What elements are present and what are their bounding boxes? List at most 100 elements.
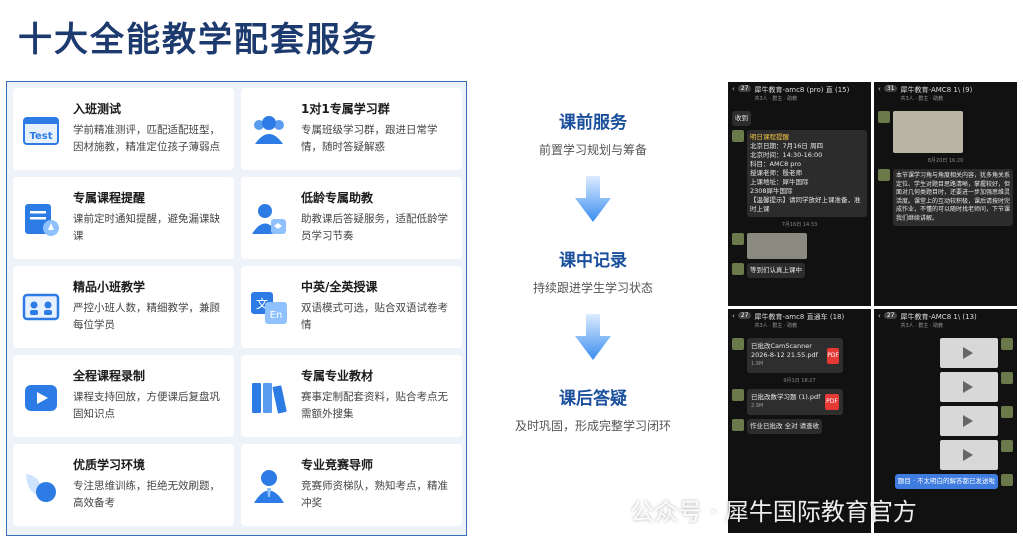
chat-subtitle: 共3人 · 群主 · 助教: [754, 323, 798, 329]
back-arrow-icon[interactable]: ‹: [732, 312, 735, 320]
service-title: 专属课程提醒: [73, 191, 146, 205]
chat-message: 收到: [732, 111, 751, 126]
wechat-icon: [601, 504, 625, 522]
svg-text:Test: Test: [29, 131, 52, 142]
flow-step-title: 课后答疑: [559, 389, 627, 409]
reminder-icon: [25, 204, 59, 236]
arrow-down-icon: [575, 314, 611, 360]
flow-step-desc: 及时巩固，形成完整学习闭环: [514, 419, 671, 433]
chat-screenshots: ‹ 27 犀牛教育-amc8 (pro) 直 (15) 共3人 · 群主 · 助…: [728, 82, 1017, 534]
flow-step-title: 课中记录: [559, 251, 627, 271]
chat-header: ‹ 31 犀牛教育-AMC8 1\ (9) 共3人 · 群主 · 助教: [874, 82, 1017, 108]
chat-subtitle: 共3人 · 群主 · 助教: [900, 323, 944, 329]
notice-line: 授课老师：殷老师: [750, 169, 802, 177]
service-card-assistant: 低龄专属助教 助教课后答疑服务，适配低龄学员学习节奏: [241, 177, 462, 259]
test-icon: Test: [23, 117, 59, 145]
arrow-down-icon: [575, 176, 611, 222]
notice-line: 北京时间：14:30-16:00: [750, 151, 823, 159]
avatar: [732, 419, 744, 431]
chat-message: 作业已批改 全对 请查收: [747, 419, 823, 434]
avatar: [732, 263, 744, 275]
flow-step-pre-class: 课前服务 前置学习规划与筹备: [488, 108, 698, 158]
assistant-icon: [252, 204, 286, 234]
notice-line: 科目：AMC8 pro: [750, 160, 801, 168]
service-card-study-group: 1对1专属学习群 专属班级学习群，跟进日常学情，随时答疑解惑: [241, 88, 462, 170]
unread-badge: 31: [883, 85, 898, 92]
watermark-text: 公众号 · 犀牛国际教育官方: [630, 498, 917, 526]
avatar: [732, 130, 744, 142]
chat-message-question: 题目 · 不太明白的解答都已发送啦: [894, 474, 998, 489]
service-card-environment: 优质学习环境 专注思维训练，拒绝无效刷题，高效备考: [13, 444, 234, 526]
avatar: [732, 233, 744, 245]
file-name: 已批改CamScanner 2026-8-12 21.55.pdf: [751, 342, 818, 359]
video-message[interactable]: [940, 338, 998, 368]
unread-badge: 27: [737, 312, 752, 319]
translate-icon: 文 En: [251, 292, 287, 324]
classroom-photo[interactable]: [893, 111, 963, 153]
service-desc: 竞赛师资梯队，熟知考点，精准冲奖: [301, 480, 448, 509]
avatar: [1001, 474, 1013, 486]
file-attachment[interactable]: 已批改数学习题 (1).pdf 2.9M PDF: [747, 389, 843, 415]
avatar: [732, 389, 744, 401]
avatar: [878, 111, 890, 123]
service-card-small-class: 精品小班教学 严控小班人数，精细教学，兼顾每位学员: [13, 266, 234, 348]
service-desc: 学前精准测评，匹配适配班型，因材施教，精准定位孩子薄弱点: [73, 124, 220, 153]
service-desc: 赛事定制配套资料，贴合考点无需额外搜集: [301, 391, 448, 420]
flow-step-title: 课前服务: [559, 113, 627, 133]
service-desc: 双语模式可选，贴合双语试卷考情: [301, 302, 448, 331]
chat-title: 犀牛教育-AMC8 1\ (13): [900, 313, 977, 321]
watermark: 公众号 · 犀牛国际教育官方: [600, 492, 917, 527]
back-arrow-icon[interactable]: ‹: [878, 85, 881, 93]
notice-line: 北京日期：7月16日 周四: [750, 142, 823, 150]
classroom-icon: [22, 293, 60, 321]
video-icon: [25, 385, 57, 411]
books-icon: [252, 383, 287, 414]
service-desc: 助教课后答疑服务，适配低龄学员学习节奏: [301, 213, 448, 242]
service-title: 全程课程录制: [73, 369, 146, 383]
flow-step-in-class: 课中记录 持续跟进学生学习状态: [488, 246, 698, 296]
avatar: [1001, 372, 1013, 384]
chat-header: ‹ 27 犀牛教育-amc8 直通车 (18) 共3人 · 群主 · 助教: [728, 309, 871, 335]
services-panel: Test 入班测试 学前精准测评，匹配适配班型，因材施教，精准定位孩子薄弱点 1…: [6, 81, 467, 536]
service-title: 中英/全英授课: [301, 280, 378, 294]
service-card-course-reminder: 专属课程提醒 课前定时通知提醒，避免漏课缺课: [13, 177, 234, 259]
service-desc: 专属班级学习群，跟进日常学情，随时答疑解惑: [301, 124, 438, 153]
flow-step-desc: 持续跟进学生学习状态: [532, 281, 653, 295]
chat-message-notice: 明日课程提醒 北京日期：7月16日 周四 北京时间：14:30-16:00 科目…: [747, 130, 867, 217]
service-title: 1对1专属学习群: [301, 102, 390, 116]
avatar: [732, 338, 744, 350]
video-message[interactable]: [940, 406, 998, 436]
timestamp: 7月16日 14:33: [781, 222, 818, 228]
avatar: [1001, 338, 1013, 350]
pdf-icon: PDF: [825, 394, 839, 410]
chat-message: 等到们认真上课中: [747, 263, 805, 278]
service-card-mentor: 专业竞赛导师 竞赛师资梯队，熟知考点，精准冲奖: [241, 444, 462, 526]
file-size: 1.9M: [751, 361, 764, 367]
back-arrow-icon[interactable]: ‹: [878, 312, 881, 320]
service-title: 入班测试: [73, 102, 122, 116]
timestamp: 8月20日 16:20: [927, 158, 964, 164]
chat-panel-in-class: ‹ 31 犀牛教育-AMC8 1\ (9) 共3人 · 群主 · 助教 8月20…: [874, 82, 1017, 306]
pdf-icon: PDF: [827, 347, 839, 364]
notice-line: 【温馨提示】请同学放好上课准备，准时上课: [750, 196, 861, 213]
avatar: [878, 169, 890, 181]
file-attachment[interactable]: 已批改CamScanner 2026-8-12 21.55.pdf 1.9M PD…: [747, 338, 843, 373]
service-title: 精品小班教学: [73, 280, 146, 294]
mentor-icon: [254, 470, 284, 503]
avatar: [1001, 440, 1013, 452]
service-desc: 专注思维训练，拒绝无效刷题，高效备考: [73, 480, 220, 509]
chat-header: ‹ 27 犀牛教育-amc8 (pro) 直 (15) 共3人 · 群主 · 助…: [728, 82, 871, 108]
back-arrow-icon[interactable]: ‹: [732, 85, 735, 93]
environment-icon: [26, 474, 56, 502]
service-card-entry-test: Test 入班测试 学前精准测评，匹配适配班型，因材施教，精准定位孩子薄弱点: [13, 88, 234, 170]
video-message[interactable]: [940, 372, 998, 402]
unread-badge: 27: [883, 312, 898, 319]
timestamp: 9月1日 18:27: [783, 378, 816, 384]
service-card-materials: 专属专业教材 赛事定制配套资料，贴合考点无需额外搜集: [241, 355, 462, 437]
service-desc: 课程支持回放，方便课后复盘巩固知识点: [73, 391, 220, 420]
flow-step-post-class: 课后答疑 及时巩固，形成完整学习闭环: [488, 384, 698, 434]
service-title: 优质学习环境: [73, 458, 146, 472]
classroom-photo[interactable]: [747, 233, 807, 259]
chat-title: 犀牛教育-amc8 直通车 (18): [754, 313, 845, 321]
video-message[interactable]: [940, 440, 998, 470]
